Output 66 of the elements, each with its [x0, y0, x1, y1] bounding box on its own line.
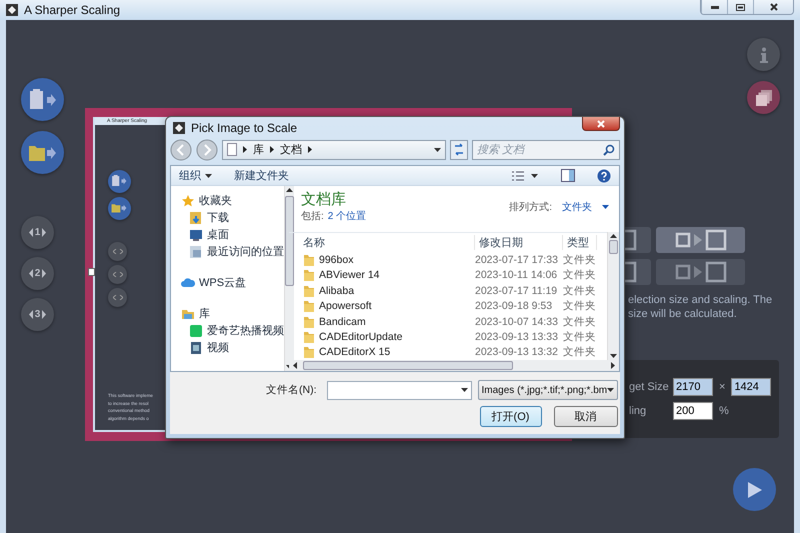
window-title: A Sharper Scaling — [24, 3, 122, 17]
file-date: 2023-07-17 11:19 — [475, 284, 558, 297]
address-bar[interactable]: 库 文档 — [222, 140, 446, 160]
file-type: 文件夹 — [563, 252, 597, 267]
file-date: 2023-09-13 13:33 — [475, 331, 559, 344]
file-date: 2023-07-17 17:33 — [475, 254, 559, 266]
new-folder-button[interactable]: 新建文件夹 — [234, 168, 289, 184]
preset-button[interactable]: 2 — [21, 257, 54, 290]
file-type: 文件夹 — [563, 268, 597, 282]
nav-item[interactable]: 桌面 — [181, 226, 284, 244]
file-type: 文件夹 — [563, 345, 597, 360]
file-row[interactable]: Bandicam 2023-10-07 14:33 文件夹 — [289, 314, 607, 330]
file-row[interactable]: CADEditorUpdate 2023-09-13 13:33 文件夹 — [289, 329, 607, 345]
file-name: Alibaba — [319, 284, 354, 297]
target-size-label: get Size — [629, 381, 670, 393]
arrange-dropdown[interactable]: 文件夹 — [562, 200, 592, 214]
nav-item[interactable]: 爱奇艺热播视频 — [181, 322, 284, 340]
file-row[interactable]: CADEditorX 15 2023-09-13 13:32 文件夹 — [289, 344, 607, 360]
file-name: ABViewer 14 — [319, 269, 380, 282]
file-type: 文件夹 — [563, 284, 597, 298]
open-button[interactable]: 打开(O) — [480, 406, 542, 428]
file-name: Bandicam — [319, 316, 366, 328]
includes-label: 包括: — [301, 210, 324, 224]
filename-label: 文件名(N): — [266, 383, 316, 398]
column-header[interactable]: 类型 — [563, 235, 597, 250]
file-row[interactable]: Alibaba 2023-07-17 11:19 文件夹 — [289, 282, 607, 298]
file-date: 2023-10-07 14:33 — [475, 316, 559, 328]
locations-link[interactable]: 2 个位置 — [328, 209, 366, 224]
organize-menu[interactable]: 组织 — [179, 168, 212, 184]
file-name: Apowersoft — [319, 300, 372, 312]
cancel-button[interactable]: 取消 — [554, 406, 618, 428]
column-header[interactable]: 名称 — [289, 235, 475, 250]
file-type: 文件夹 — [563, 299, 597, 314]
scaling-label: ling — [629, 405, 648, 417]
nav-item[interactable]: 视频 — [181, 339, 284, 356]
file-date: 2023-09-18 9:53 — [475, 300, 554, 312]
preset-button[interactable]: 1 — [21, 216, 54, 249]
file-row[interactable]: 996box 2023-07-17 17:33 文件夹 — [289, 252, 607, 268]
nav-item[interactable]: 收藏夹 — [181, 192, 284, 210]
breadcrumb[interactable]: 库 — [253, 142, 264, 158]
file-type: 文件夹 — [563, 330, 597, 344]
scaling-input[interactable]: 200 — [673, 402, 713, 420]
file-date: 2023-10-11 14:06 — [475, 269, 558, 282]
breadcrumb[interactable]: 文档 — [280, 142, 302, 158]
times-sign: × — [719, 381, 726, 393]
file-date: 2023-09-13 13:32 — [475, 346, 559, 358]
nav-item[interactable]: 下载 — [181, 209, 284, 226]
nav-item[interactable]: WPS云盘 — [181, 274, 284, 292]
arrange-label: 排列方式: — [509, 200, 552, 214]
nav-item[interactable]: 最近访问的位置 — [181, 243, 284, 260]
width-input[interactable]: 2170 — [673, 378, 713, 396]
file-row[interactable]: ABViewer 14 2023-10-11 14:06 文件夹 — [289, 267, 607, 283]
library-title: 文档库 — [301, 190, 347, 210]
preset-button[interactable]: 3 — [21, 298, 54, 331]
column-header[interactable]: 修改日期 — [475, 235, 563, 250]
percent-sign: % — [719, 405, 729, 417]
file-name: 996box — [319, 254, 354, 266]
file-name: CADEditorUpdate — [319, 331, 402, 344]
file-name: CADEditorX 15 — [319, 346, 390, 358]
file-row[interactable]: Apowersoft 2023-09-18 9:53 文件夹 — [289, 298, 607, 314]
description-text: election size and scaling. The size will be calculated. — [628, 293, 772, 321]
file-type-dropdown[interactable]: Images (*.jpg;*.tif;*.png;*.bm — [478, 380, 618, 400]
file-type: 文件夹 — [563, 314, 597, 329]
nav-item[interactable]: 库 — [181, 305, 284, 322]
search-field[interactable]: 搜索 文档 — [472, 140, 620, 160]
height-input[interactable]: 1424 — [731, 378, 772, 396]
